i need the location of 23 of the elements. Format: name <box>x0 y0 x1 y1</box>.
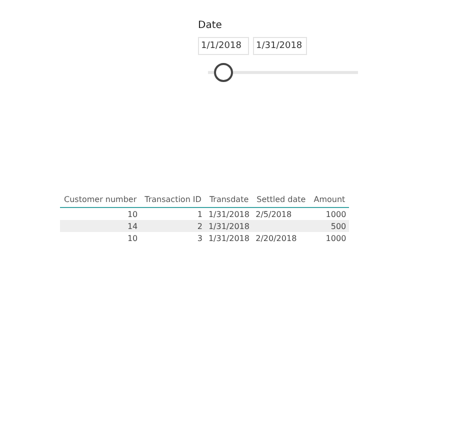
column-header[interactable]: Transaction ID <box>140 192 206 208</box>
column-header[interactable]: Amount <box>310 192 350 208</box>
table-cell: 1 <box>197 210 202 218</box>
column-header[interactable]: Customer number <box>60 192 141 208</box>
slicer-title: Date <box>198 20 223 31</box>
column-header[interactable]: Settled date <box>252 192 310 208</box>
table-cell: 1000 <box>326 234 346 242</box>
table-cell: 10 <box>127 210 138 218</box>
end-date-field[interactable]: 1/31/2018 <box>253 37 307 55</box>
table-cell: 3 <box>197 234 202 242</box>
table-cell: 2 <box>197 222 202 230</box>
table-cell: 500 <box>330 222 346 230</box>
table-cell: 1/31/2018 <box>208 210 250 218</box>
table-cell: 2/20/2018 <box>256 234 297 242</box>
table-cell: 1000 <box>326 210 346 218</box>
table-cell: 1/31/2018 <box>208 234 250 242</box>
start-date-field[interactable]: 1/1/2018 <box>198 37 249 55</box>
column-header[interactable]: Transdate <box>205 192 253 208</box>
table-cell: 10 <box>127 234 138 242</box>
slider-handle[interactable] <box>214 63 233 82</box>
table-cell: 2/5/2018 <box>256 210 292 218</box>
table-cell: 1/31/2018 <box>208 222 250 230</box>
table-cell: 14 <box>127 222 138 230</box>
